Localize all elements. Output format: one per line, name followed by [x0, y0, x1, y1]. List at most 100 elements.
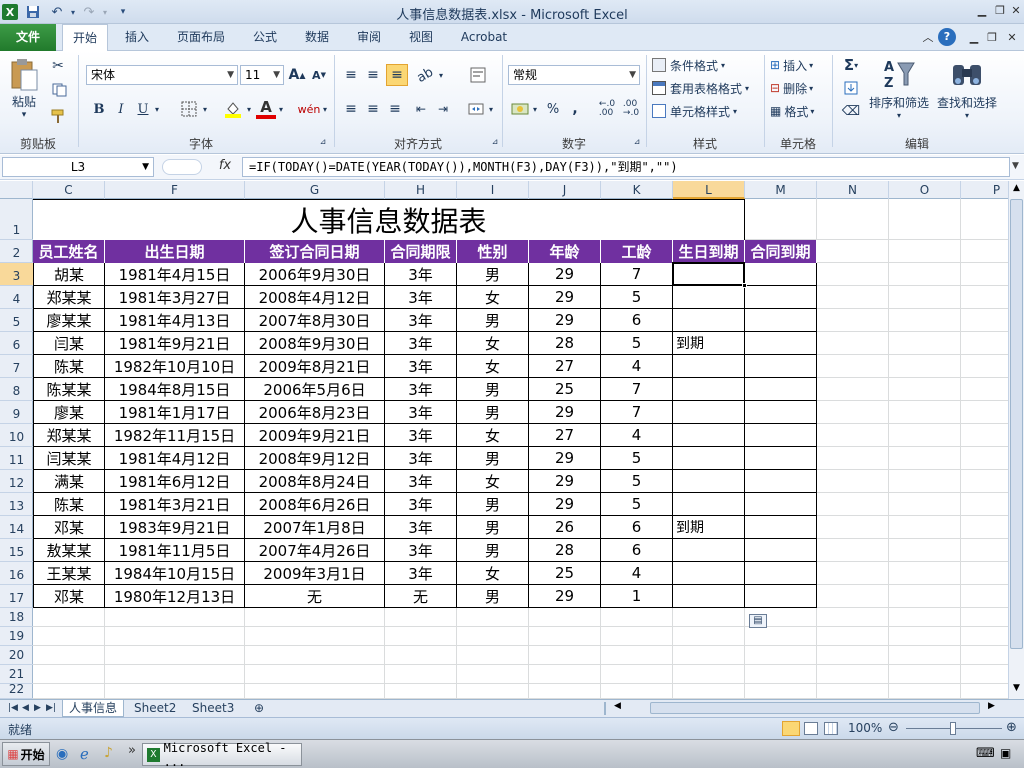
row-header[interactable]: 5 — [0, 309, 33, 332]
table-header-cell[interactable]: 合同期限 — [385, 240, 457, 263]
normal-view-icon[interactable] — [782, 721, 800, 736]
row-header[interactable]: 19 — [0, 627, 33, 646]
table-cell[interactable]: 女 — [457, 332, 529, 355]
row-header[interactable]: 15 — [0, 539, 33, 562]
column-header-n[interactable]: N — [817, 181, 889, 199]
table-cell[interactable]: 1981年3月21日 — [105, 493, 245, 516]
row-header[interactable]: 2 — [0, 240, 33, 263]
table-cell[interactable]: 3年 — [385, 470, 457, 493]
table-cell[interactable] — [673, 447, 745, 470]
column-header-j[interactable]: J — [529, 181, 601, 199]
tab-acrobat[interactable]: Acrobat — [452, 24, 516, 51]
table-cell[interactable] — [673, 585, 745, 608]
table-cell[interactable]: 5 — [601, 470, 673, 493]
table-cell[interactable]: 陈某 — [33, 493, 105, 516]
align-right-icon[interactable]: ≡ — [386, 99, 404, 119]
decrease-indent-icon[interactable]: ⇤ — [412, 99, 430, 119]
tab-file[interactable]: 文件 — [0, 24, 56, 51]
table-cell[interactable]: 2009年3月1日 — [245, 562, 385, 585]
table-cell[interactable] — [673, 309, 745, 332]
horizontal-scroll-thumb[interactable] — [650, 702, 980, 714]
table-cell[interactable] — [673, 562, 745, 585]
row-header[interactable]: 22 — [0, 682, 33, 699]
table-header-cell[interactable]: 年龄 — [529, 240, 601, 263]
table-cell[interactable] — [673, 424, 745, 447]
table-cell[interactable] — [673, 355, 745, 378]
decrease-decimal-icon[interactable]: .00 →.0 — [620, 99, 642, 119]
table-cell[interactable]: 到期 — [673, 332, 745, 355]
table-cell[interactable]: 1981年4月15日 — [105, 263, 245, 286]
table-cell[interactable]: 2009年9月21日 — [245, 424, 385, 447]
page-layout-view-icon[interactable] — [804, 722, 818, 735]
table-cell[interactable]: 1984年10月15日 — [105, 562, 245, 585]
table-cell[interactable] — [673, 539, 745, 562]
table-cell[interactable] — [745, 286, 817, 309]
paste-options-icon[interactable]: ▤ — [749, 614, 767, 628]
table-cell[interactable]: 2008年8月24日 — [245, 470, 385, 493]
table-cell[interactable]: 25 — [529, 562, 601, 585]
table-cell[interactable]: 廖某某 — [33, 309, 105, 332]
row-header[interactable]: 6 — [0, 332, 33, 355]
table-cell[interactable] — [745, 332, 817, 355]
sheet-tab[interactable]: Sheet3 — [186, 700, 240, 717]
table-cell[interactable] — [673, 470, 745, 493]
row-header[interactable]: 16 — [0, 562, 33, 585]
table-cell[interactable]: 邓某 — [33, 585, 105, 608]
table-cell[interactable]: 1981年4月12日 — [105, 447, 245, 470]
font-dialog-launcher-icon[interactable]: ⊿ — [318, 135, 328, 147]
table-cell[interactable]: 女 — [457, 424, 529, 447]
sort-filter-dropdown-icon[interactable]: ▾ — [866, 109, 932, 121]
scroll-down-icon[interactable]: ▼ — [1010, 683, 1023, 695]
table-cell[interactable]: 29 — [529, 286, 601, 309]
row-header[interactable]: 4 — [0, 286, 33, 309]
table-cell[interactable]: 2008年9月30日 — [245, 332, 385, 355]
paste-icon[interactable] — [6, 55, 42, 95]
delete-cells-button[interactable]: ⊟ 删除 ▾ — [770, 79, 828, 97]
tray-icon[interactable]: ▣ — [1000, 746, 1011, 760]
table-cell[interactable]: 胡某 — [33, 263, 105, 286]
last-sheet-icon[interactable]: ▶| — [40, 700, 62, 717]
accounting-format-icon[interactable] — [510, 99, 530, 119]
insert-cells-button[interactable]: ⊞ 插入 ▾ — [770, 56, 828, 74]
table-cell[interactable]: 男 — [457, 585, 529, 608]
table-cell[interactable]: 7 — [601, 263, 673, 286]
table-cell[interactable]: 1981年3月27日 — [105, 286, 245, 309]
increase-decimal-icon[interactable]: ←.0.00 — [596, 99, 618, 119]
table-cell[interactable]: 2007年1月8日 — [245, 516, 385, 539]
row-header[interactable]: 13 — [0, 493, 33, 516]
column-header-i[interactable]: I — [457, 181, 529, 199]
table-cell[interactable]: 28 — [529, 332, 601, 355]
start-button[interactable]: ▦ 开始 — [2, 742, 50, 766]
table-cell[interactable]: 男 — [457, 309, 529, 332]
table-cell[interactable]: 6 — [601, 309, 673, 332]
underline-icon[interactable]: U — [134, 99, 152, 119]
table-cell[interactable]: 1984年8月15日 — [105, 378, 245, 401]
table-cell[interactable]: 4 — [601, 562, 673, 585]
insert-function-icon[interactable]: fx — [210, 158, 240, 176]
select-all-corner[interactable] — [0, 181, 33, 199]
table-cell[interactable]: 5 — [601, 286, 673, 309]
table-cell[interactable]: 26 — [529, 516, 601, 539]
table-cell[interactable]: 2006年5月6日 — [245, 378, 385, 401]
merge-center-icon[interactable] — [466, 99, 486, 119]
table-cell[interactable]: 29 — [529, 470, 601, 493]
help-icon[interactable]: ? — [938, 28, 956, 46]
table-cell[interactable] — [673, 493, 745, 516]
table-cell[interactable]: 王某某 — [33, 562, 105, 585]
row-header[interactable]: 1 — [0, 199, 33, 240]
scroll-up-icon[interactable]: ▲ — [1010, 183, 1023, 195]
doc-close-icon[interactable]: ✕ — [1002, 29, 1022, 47]
table-cell[interactable]: 男 — [457, 516, 529, 539]
table-cell[interactable] — [745, 585, 817, 608]
table-cell[interactable] — [745, 516, 817, 539]
table-cell[interactable] — [745, 309, 817, 332]
paste-dropdown-icon[interactable]: ▾ — [6, 109, 42, 121]
row-header[interactable]: 3 — [0, 263, 33, 286]
grow-font-icon[interactable]: A ▲ — [288, 65, 306, 85]
number-format-select[interactable]: 常规 ▼ — [508, 65, 640, 85]
fill-handle[interactable] — [742, 283, 747, 288]
percent-style-icon[interactable]: % — [544, 99, 562, 119]
table-cell[interactable] — [745, 470, 817, 493]
more-apps-icon[interactable]: » — [128, 743, 136, 758]
table-cell[interactable]: 1983年9月21日 — [105, 516, 245, 539]
